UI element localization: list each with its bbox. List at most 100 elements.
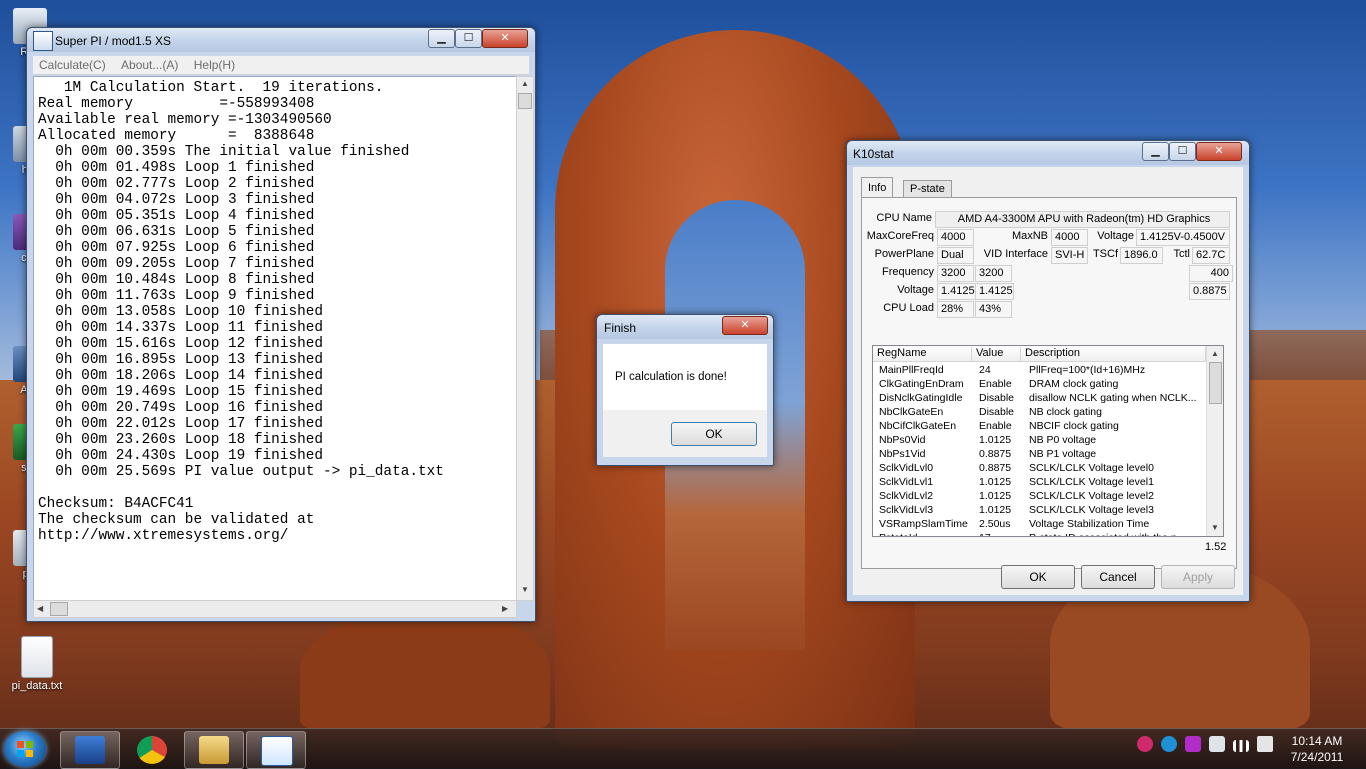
calculation-output[interactable]: 1M Calculation Start. 19 iterations. Rea… <box>33 76 517 601</box>
maximize-button[interactable]: ☐ <box>1169 142 1196 161</box>
table-row[interactable]: PstateId17 P-state ID associated with the… <box>873 532 1206 536</box>
list-scrollbar[interactable]: ▲ ▼ <box>1206 346 1223 536</box>
desktop-icon-pi-data-txt[interactable]: pi_data.txt <box>6 636 68 692</box>
scroll-thumb[interactable] <box>518 93 532 109</box>
register-description-cell: P-state ID associated with the p... <box>1029 532 1201 536</box>
table-row[interactable]: MainPllFreqId 24 PllFreq=100*(Id+16)MHz <box>873 364 1206 378</box>
rock-formation <box>300 610 550 730</box>
table-row[interactable]: NbClkGateEn Disable NB clock gating <box>873 406 1206 420</box>
tab-p-state[interactable]: P-state <box>903 180 952 198</box>
minimize-button[interactable]: ▁ <box>428 29 455 48</box>
register-name-cell: SclkVidLvl2 <box>879 490 934 502</box>
register-description-cell: NB clock gating <box>1029 406 1102 418</box>
frequency-core1: 3200 <box>975 265 1012 282</box>
table-row[interactable]: SclkVidLvl2 1.0125 SCLK/LCLK Voltage level… <box>873 490 1206 504</box>
table-row[interactable]: SclkVidLvl1 1.0125 SCLK/LCLK Voltage level… <box>873 476 1206 490</box>
chrome-icon <box>137 736 167 764</box>
voltage-range-value: 1.4125V-0.4500V <box>1136 229 1230 246</box>
tray-app-icon[interactable] <box>1161 736 1177 752</box>
register-name-cell: SclkVidLvl0 <box>879 462 934 474</box>
close-button[interactable]: ✕ <box>1196 142 1242 161</box>
network-icon[interactable] <box>1233 740 1249 752</box>
register-name-cell: ClkGatingEnDram <box>879 378 964 390</box>
scroll-up-arrow-icon[interactable]: ▲ <box>521 79 529 88</box>
register-name-cell: MainPllFreqId <box>879 364 944 376</box>
table-row[interactable]: NbPs1Vid 0.8875 NB P1 voltage <box>873 448 1206 462</box>
finish-titlebar[interactable]: Finish ✕ <box>597 315 773 339</box>
table-row[interactable]: SclkVidLvl3 1.0125 SCLK/LCLK Voltage level… <box>873 504 1206 518</box>
scroll-up-arrow-icon[interactable]: ▲ <box>1211 349 1219 358</box>
table-row[interactable]: VSRampSlamTime 2.50us Voltage Stabilizatio… <box>873 518 1206 532</box>
register-name-cell: SclkVidLvl3 <box>879 504 934 516</box>
vertical-scrollbar[interactable]: ▲ ▼ <box>516 76 534 601</box>
menu-help[interactable]: Help(H) <box>188 56 241 74</box>
voltage-nb: 0.8875 <box>1189 283 1230 300</box>
voltage-core0: 1.4125 <box>937 283 976 300</box>
register-value-cell: Disable <box>979 406 1015 418</box>
ok-button[interactable]: OK <box>1001 565 1075 589</box>
table-row[interactable]: ClkGatingEnDram Enable DRAM clock gating <box>873 378 1206 392</box>
frequency-core0: 3200 <box>937 265 974 282</box>
register-value-cell: 1.0125 <box>979 490 1012 502</box>
close-button[interactable]: ✕ <box>482 29 528 48</box>
tray-app-icon[interactable] <box>1185 736 1201 752</box>
register-value-cell: Enable <box>979 378 1012 390</box>
table-row[interactable]: SclkVidLvl0 0.8875 SCLK/LCLK Voltage level… <box>873 462 1206 476</box>
taskbar-app-file-explorer[interactable] <box>184 731 244 769</box>
column-description[interactable]: Description <box>1021 347 1206 361</box>
minimize-button[interactable]: ▁ <box>1142 142 1169 161</box>
register-value-cell: 17 <box>979 532 1025 536</box>
folder-icon <box>199 736 229 764</box>
superpi-titlebar[interactable]: Super PI / mod1.5 XS ▁ ☐ ✕ <box>27 28 535 52</box>
volume-muted-icon[interactable] <box>1257 736 1273 752</box>
tab-info[interactable]: Info <box>861 177 894 198</box>
column-value[interactable]: Value <box>972 347 1021 361</box>
scroll-right-arrow-icon[interactable]: ▶ <box>502 604 508 613</box>
scroll-down-arrow-icon[interactable]: ▼ <box>1211 523 1219 532</box>
table-row[interactable]: NbPs0Vid 1.0125 NB P0 voltage <box>873 434 1206 448</box>
register-value-cell: 1.0125 <box>979 504 1012 516</box>
taskbar-app-explorer-windows[interactable] <box>60 731 120 769</box>
superpi-icon <box>261 736 293 766</box>
apply-button[interactable]: Apply <box>1161 565 1235 589</box>
register-value-cell: 24 <box>979 364 991 376</box>
register-name-cell: NbClkGateEn <box>879 406 944 418</box>
taskbar-app-chrome[interactable] <box>122 731 182 769</box>
register-list[interactable]: RegName Value Description MainPllFreqId 2… <box>872 345 1224 537</box>
ok-button[interactable]: OK <box>671 422 757 446</box>
maxnb-label: MaxNB <box>1011 230 1048 242</box>
tscf-label: TSCf <box>1092 248 1118 260</box>
dialog-title: Finish <box>604 321 637 335</box>
k10stat-client: Info P-state CPU Name AMD A4-3300M APU w… <box>853 167 1243 595</box>
k10stat-titlebar[interactable]: K10stat ▁ ☐ ✕ <box>847 141 1249 165</box>
cpu-load-core1: 43% <box>975 301 1012 318</box>
taskbar-app-superpi[interactable] <box>246 731 306 769</box>
scroll-left-arrow-icon[interactable]: ◀ <box>37 604 43 613</box>
scroll-thumb[interactable] <box>1209 362 1222 404</box>
menu-about[interactable]: About...(A) <box>115 56 184 74</box>
menu-calculate[interactable]: Calculate(C) <box>33 56 112 74</box>
column-regname[interactable]: RegName <box>873 347 972 361</box>
register-description-cell: NBCIF clock gating <box>1029 420 1119 432</box>
horizontal-scrollbar[interactable]: ◀ ▶ <box>33 600 517 618</box>
table-row[interactable]: DisNclkGatingIdle Disable disallow NCLK ga… <box>873 392 1206 406</box>
dialog-message: PI calculation is done! <box>615 371 727 383</box>
dialog-button-area: OK <box>603 410 767 457</box>
scroll-thumb[interactable] <box>50 602 68 616</box>
table-row[interactable]: NbCifClkGateEn Enable NBCIF clock gating <box>873 420 1206 434</box>
tray-clock[interactable]: 10:14 AM 7/24/2011 <box>1272 733 1362 765</box>
tctl-label: Tctl <box>1173 248 1191 260</box>
register-description-cell: disallow NCLK gating when NCLK... <box>1029 392 1197 404</box>
menu-bar: Calculate(C) About...(A) Help(H) <box>33 56 529 75</box>
cancel-button[interactable]: Cancel <box>1081 565 1155 589</box>
start-button[interactable] <box>4 731 46 767</box>
superpi-app-icon <box>33 31 53 51</box>
tray-app-icon[interactable] <box>1137 736 1153 752</box>
safely-remove-icon[interactable] <box>1209 736 1225 752</box>
close-button[interactable]: ✕ <box>722 316 768 335</box>
scroll-down-arrow-icon[interactable]: ▼ <box>521 585 529 594</box>
clock-time: 10:14 AM <box>1291 734 1343 748</box>
k10stat-window: K10stat ▁ ☐ ✕ Info P-state CPU Name AMD … <box>846 140 1250 602</box>
maximize-button[interactable]: ☐ <box>455 29 482 48</box>
register-name-cell: PstateId <box>879 532 977 536</box>
